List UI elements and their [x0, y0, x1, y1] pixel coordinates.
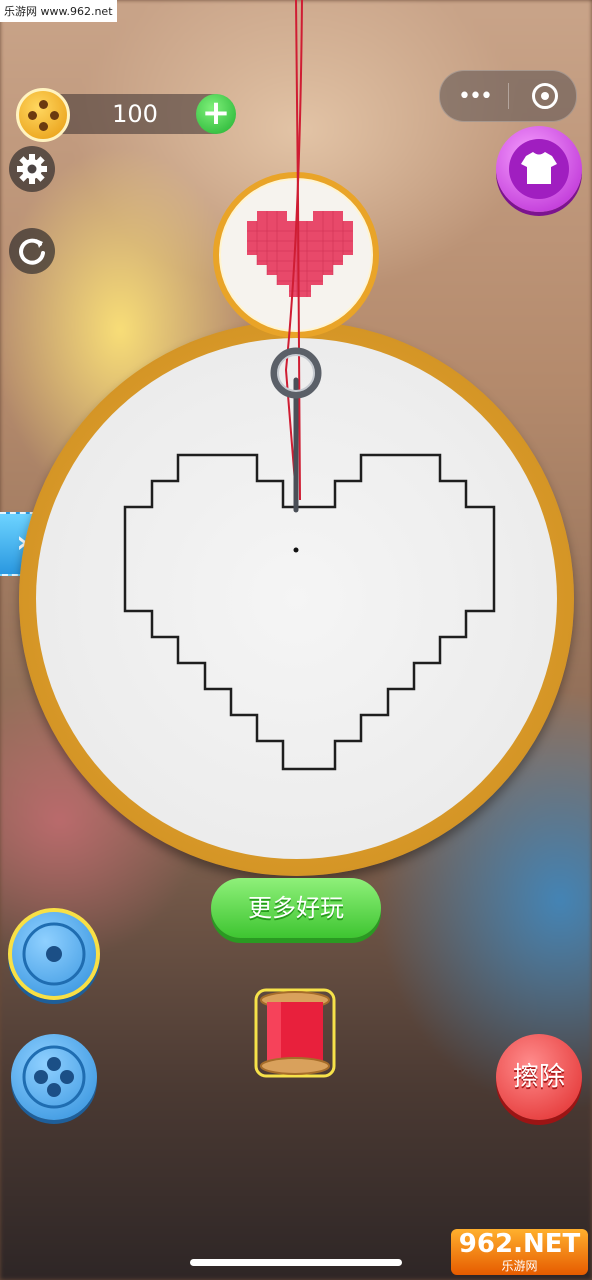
four-hole-button-icon	[22, 1045, 86, 1109]
home-indicator	[190, 1259, 402, 1266]
more-games-button[interactable]: 更多好玩	[211, 878, 381, 938]
watermark-bottom: 962.NET 乐游网	[451, 1229, 588, 1275]
watermark-sub: 乐游网	[501, 1259, 538, 1273]
button-tool-four-hole[interactable]	[11, 1034, 97, 1120]
watermark-brand: 962.NET	[458, 1229, 581, 1259]
erase-button[interactable]: 擦除	[496, 1034, 582, 1120]
spool-icon	[254, 988, 336, 1078]
sewing-button-icon	[22, 922, 86, 986]
thread-spool-button[interactable]	[254, 988, 336, 1078]
button-tool-single[interactable]	[8, 908, 100, 1000]
